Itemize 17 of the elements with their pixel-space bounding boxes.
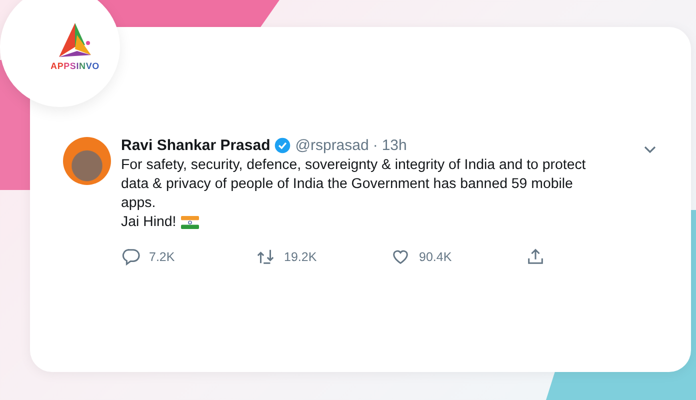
tweet-closing-text: Jai Hind!: [121, 213, 176, 232]
heart-icon: [391, 247, 410, 266]
share-icon: [526, 247, 545, 266]
logo-text: APPSINVO: [50, 61, 100, 71]
like-button[interactable]: 90.4K: [391, 247, 526, 266]
speech-bubble-icon: [121, 247, 140, 266]
tweet-text: For safety, security, defence, sovereignty & integrity of India and to protect data & privacy of people of India the Government has banned 59 mobile apps.: [121, 156, 587, 213]
author-name[interactable]: Ravi Shankar Prasad: [121, 137, 270, 154]
tweet-time[interactable]: 13h: [382, 137, 407, 154]
retweet-icon: [256, 247, 275, 266]
avatar-photo-placeholder[interactable]: [63, 137, 111, 185]
flag-icon: [181, 216, 200, 229]
author-handle[interactable]: @rsprasad: [295, 137, 369, 154]
chevron-down-icon[interactable]: [643, 145, 657, 155]
separator-dot: ·: [372, 137, 378, 154]
reply-button[interactable]: 7.2K: [121, 247, 256, 266]
retweet-button[interactable]: 19.2K: [256, 247, 391, 266]
